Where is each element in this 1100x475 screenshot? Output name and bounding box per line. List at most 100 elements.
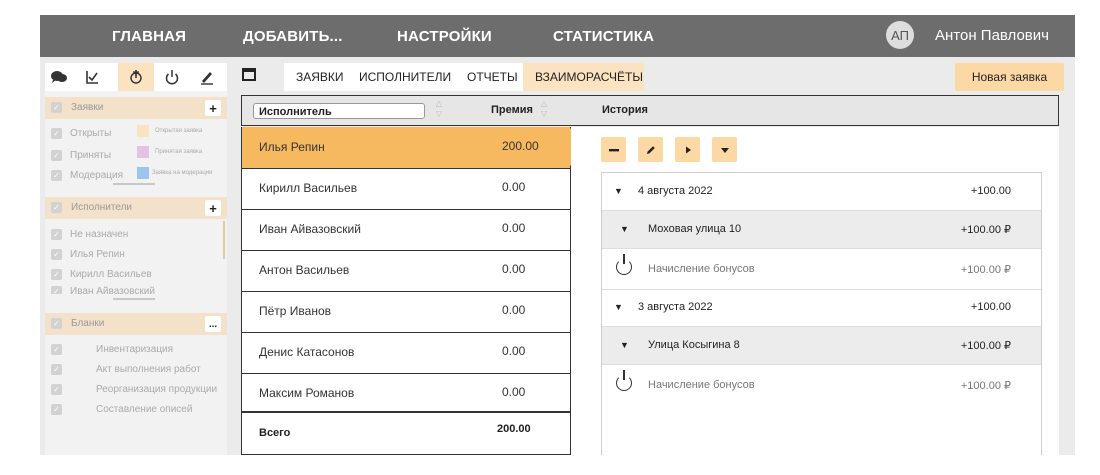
legend-swatch-moderation [137, 167, 149, 179]
minus-icon [608, 148, 619, 151]
tab-requests[interactable]: ЗАЯВКИ [296, 70, 344, 84]
table-row[interactable]: Максим Романов 0.00 [242, 373, 570, 414]
forms-more-button[interactable]: ... [205, 316, 221, 332]
history-address-row[interactable]: ▼ Моховая улица 10 +100.00 ₽ [602, 211, 1041, 249]
pen-icon[interactable] [197, 67, 217, 87]
table-row[interactable]: Илья Репин 200.00 [242, 127, 570, 169]
section-requests-header[interactable]: ✓ Заявки + [45, 97, 227, 119]
table-header: Исполнитель △ ▽ Премия △ ▽ История [241, 95, 1059, 126]
table-row[interactable]: Антон Васильев 0.00 [242, 250, 570, 292]
play-icon [685, 146, 691, 153]
chat-icon[interactable] [49, 67, 69, 87]
history-address-row[interactable]: ▼ Улица Косыгина 8 +100.00 ₽ [602, 327, 1041, 365]
caret-down-icon[interactable]: ▼ [620, 340, 629, 350]
checkbox-icon[interactable]: ✓ [51, 169, 62, 181]
history-date-row[interactable]: ▼ 3 августа 2022 +100.00 [602, 290, 1041, 327]
total-value: 200.00 [497, 423, 531, 435]
table-row[interactable]: Кирилл Васильев 0.00 [242, 168, 570, 210]
checkbox-icon[interactable]: ✓ [51, 268, 62, 280]
performer-column-select[interactable]: Исполнитель [253, 103, 425, 119]
checkbox-icon[interactable]: ✓ [51, 286, 62, 294]
section-performers-header[interactable]: ✓ Исполнители + [45, 197, 227, 219]
filter-performer[interactable]: ✓ Кирилл Васильев [51, 266, 152, 282]
performers-scrollbar[interactable] [113, 298, 155, 300]
checkbox-icon[interactable]: ✓ [51, 127, 62, 139]
checkbox-icon[interactable]: ✓ [51, 403, 62, 415]
filter-unassigned[interactable]: ✓ Не назначен [51, 226, 128, 242]
history-entry-row[interactable]: Начисление бонусов +100.00 ₽ [602, 249, 1041, 290]
add-request-filter-button[interactable]: + [205, 100, 221, 116]
tab-reports[interactable]: ОТЧЕТЫ [467, 70, 518, 84]
legend-label-accepted: Принятая заявка [155, 149, 203, 155]
bonus-icon [616, 254, 632, 275]
checkbox-icon[interactable]: ✓ [51, 363, 62, 375]
legend-swatch-accepted [137, 146, 149, 158]
caret-down-icon[interactable]: ▼ [620, 224, 629, 234]
legend-label-open: Открытая заявка [155, 128, 203, 134]
dropdown-button[interactable] [712, 137, 737, 162]
checkbox-icon[interactable]: ✓ [51, 228, 62, 240]
section-forms-header[interactable]: ✓ Бланки ... [45, 313, 227, 335]
add-performer-filter-button[interactable]: + [205, 200, 221, 216]
nav-add[interactable]: ДОБАВИТЬ... [243, 28, 343, 45]
section-title: Бланки [71, 318, 105, 329]
form-item[interactable]: ✓ Инвентаризация [51, 341, 173, 357]
tab-bar: ЗАЯВКИ ИСПОЛНИТЕЛИ ОТЧЕТЫ ВЗАИМОРАСЧЁТЫ [284, 63, 644, 91]
filter-performer[interactable]: ✓ Иван Айвазовский [51, 286, 155, 294]
nav-settings[interactable]: НАСТРОЙКИ [397, 28, 492, 45]
user-name[interactable]: Антон Павлович [935, 27, 1049, 44]
power-icon[interactable] [162, 67, 182, 87]
checkbox-icon[interactable]: ✓ [51, 248, 62, 260]
nav-statistics[interactable]: СТАТИСТИКА [553, 28, 654, 45]
form-item[interactable]: ✓ Реорганизация продукции [51, 381, 217, 397]
pencil-icon [646, 145, 655, 154]
sort-bonus-icon[interactable]: △ ▽ [539, 99, 549, 121]
form-item[interactable]: ✓ Акт выполнения работ [51, 361, 201, 377]
tab-settlements[interactable]: ВЗАИМОРАСЧЁТЫ [535, 70, 643, 84]
app-frame: ГЛАВНАЯ ДОБАВИТЬ... НАСТРОЙКИ СТАТИСТИКА… [40, 15, 1075, 455]
history-entry-row[interactable]: Начисление бонусов +100.00 ₽ [602, 365, 1041, 405]
new-request-button[interactable]: Новая заявка [955, 63, 1064, 91]
tab-performers[interactable]: ИСПОЛНИТЕЛИ [359, 70, 451, 84]
checkbox-icon[interactable]: ✓ [51, 343, 62, 355]
caret-down-icon[interactable]: ▼ [614, 186, 623, 196]
top-nav-bar: ГЛАВНАЯ ДОБАВИТЬ... НАСТРОЙКИ СТАТИСТИКА… [40, 15, 1075, 57]
caret-down-icon[interactable]: ▼ [614, 302, 623, 312]
sort-performer-icon[interactable]: △ ▽ [434, 99, 444, 121]
table-row[interactable]: Денис Катасонов 0.00 [242, 332, 570, 374]
checkbox-icon[interactable]: ✓ [51, 102, 62, 113]
section-title: Исполнители [71, 202, 133, 213]
checkbox-icon[interactable]: ✓ [51, 149, 62, 161]
section-title: Заявки [71, 102, 104, 113]
table-row[interactable]: Иван Айвазовский 0.00 [242, 209, 570, 251]
checkbox-icon[interactable]: ✓ [51, 202, 62, 213]
touch-icon[interactable] [126, 67, 146, 87]
checklist-icon[interactable] [82, 67, 102, 87]
requests-scrollbar[interactable] [113, 183, 155, 185]
tabs-row: ЗАЯВКИ ИСПОЛНИТЕЛИ ОТЧЕТЫ ВЗАИМОРАСЧЁТЫ … [233, 63, 1075, 91]
collapse-button[interactable] [601, 137, 626, 162]
history-column-header: История [602, 104, 648, 116]
checkbox-icon[interactable]: ✓ [51, 318, 62, 329]
history-date-row[interactable]: ▼ 4 августа 2022 +100.00 [602, 173, 1041, 211]
filter-accepted[interactable]: ✓ Приняты [51, 147, 111, 163]
form-item[interactable]: ✓ Составление описей [51, 401, 192, 417]
filter-open[interactable]: ✓ Открыты [51, 125, 111, 141]
history-list: ▼ 4 августа 2022 +100.00 ▼ Моховая улица… [601, 172, 1042, 455]
total-row: Всего 200.00 [242, 411, 570, 454]
performers-vscroll[interactable] [223, 221, 225, 259]
checkbox-icon[interactable]: ✓ [51, 383, 62, 395]
performers-table: Илья Репин 200.00 Кирилл Васильев 0.00 Ива… [241, 127, 571, 455]
nav-home[interactable]: ГЛАВНАЯ [112, 28, 186, 45]
avatar[interactable]: АП [886, 21, 914, 49]
legend-label-moderation: Заявка на модерации [152, 170, 213, 176]
caret-down-icon [720, 147, 729, 153]
total-label: Всего [259, 427, 291, 439]
edit-button[interactable] [638, 137, 663, 162]
bonus-column-header[interactable]: Премия [491, 104, 533, 116]
table-row[interactable]: Пётр Иванов 0.00 [242, 291, 570, 333]
filter-performer[interactable]: ✓ Илья Репин [51, 246, 125, 262]
play-button[interactable] [675, 137, 700, 162]
filter-moderation[interactable]: ✓ Модерация [51, 167, 123, 183]
calendar-icon[interactable] [242, 68, 256, 81]
